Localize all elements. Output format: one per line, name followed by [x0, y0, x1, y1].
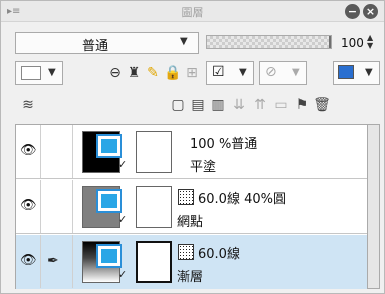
panel-titlebar[interactable]: ▸≡ 圖層 − × — [1, 1, 384, 22]
edit-cell[interactable] — [41, 180, 73, 233]
ruler-toggle-icon: ⊘ — [265, 64, 277, 80]
visibility-cell[interactable]: 👁 — [16, 235, 41, 288]
merge-down-icon[interactable]: ⇈ — [251, 96, 269, 114]
clip-icon[interactable]: ⊖ — [106, 64, 124, 82]
color-mode-icon — [338, 65, 354, 79]
chevron-down-icon: ▼ — [48, 67, 56, 78]
ruler-toggle-dropdown[interactable]: ⊘ ▼ — [259, 61, 307, 85]
paper-icon — [96, 189, 122, 213]
link-check-icon: ✓ — [118, 213, 128, 226]
layer-mask-thumbnail[interactable] — [136, 241, 172, 283]
opacity-slider-fill — [207, 36, 331, 48]
tone-icon — [178, 189, 194, 205]
layer-mode: 60.0線 — [198, 247, 240, 262]
layer-name: 網點 — [177, 215, 204, 230]
paper-icon — [96, 244, 122, 268]
draft-icon[interactable]: ✎ — [144, 64, 162, 82]
layer-list-scrollbar[interactable] — [368, 124, 380, 289]
visibility-cell[interactable]: 👁 — [16, 180, 41, 233]
chevron-down-icon: ▼ — [180, 36, 188, 47]
layer-name: 平塗 — [190, 160, 217, 175]
transfer-down-icon[interactable]: ⇊ — [230, 96, 248, 114]
spin-down-icon[interactable]: ▼ — [367, 42, 377, 50]
pen-icon: ✒ — [47, 253, 59, 269]
opacity-spinner[interactable]: ▲ ▼ — [367, 34, 377, 52]
layer-row[interactable]: 👁 ✓ 60.0線 40%圓 網點 — [16, 180, 367, 234]
layer-row[interactable]: 👁 ✓ 100 %普通 平塗 — [16, 125, 367, 179]
opacity-slider[interactable] — [206, 35, 332, 49]
layer-row[interactable]: 👁 ✒ ✓ 60.0線 漸層 — [16, 235, 367, 289]
lock-icon[interactable]: 🔒 — [164, 64, 182, 82]
blend-mode-value: 普通 — [82, 39, 109, 54]
eye-icon[interactable]: 👁 — [20, 254, 37, 268]
layer-list: 👁 ✓ 100 %普通 平塗 👁 ✓ 60.0線 40%圓 網點 👁 ✒ ✓ 6… — [15, 124, 368, 289]
layer-name: 漸層 — [177, 270, 204, 285]
link-check-icon: ✓ — [118, 158, 128, 171]
layer-color-dropdown[interactable]: ▼ — [15, 61, 63, 85]
layer-mask-thumbnail[interactable] — [136, 186, 172, 228]
mask-icon[interactable]: ▭ — [272, 96, 290, 114]
delete-icon[interactable]: 🗑 — [313, 96, 331, 114]
layer-panel: ▸≡ 圖層 − × 普通 ▼ 100 ▲ ▼ ▼ ⊖ ♜ ✎ 🔒 ⊞ ☑ ▼ ⊘… — [0, 0, 385, 294]
close-button[interactable]: × — [363, 4, 378, 19]
eye-icon[interactable]: 👁 — [20, 144, 37, 158]
link-check-icon: ✓ — [118, 268, 128, 281]
layer-mode: 60.0線 40%圓 — [198, 192, 286, 207]
chevron-down-icon: ▼ — [239, 67, 247, 78]
chevron-down-icon: ▼ — [292, 67, 300, 78]
reference-icon[interactable]: ♜ — [125, 64, 143, 82]
color-mode-dropdown[interactable]: ▼ — [333, 61, 380, 85]
blend-mode-select[interactable]: 普通 ▼ — [15, 32, 199, 54]
layer-thumbnail[interactable] — [82, 186, 122, 228]
edit-cell[interactable] — [41, 125, 73, 178]
layer-mask-thumbnail[interactable] — [136, 131, 172, 173]
ruler-icon[interactable]: ⚑ — [293, 96, 311, 114]
minimize-button[interactable]: − — [345, 4, 360, 19]
chevron-down-icon: ▼ — [365, 67, 373, 78]
layer-color-swatch — [21, 66, 41, 80]
layer-thumbnail[interactable] — [82, 131, 122, 173]
opacity-value: 100 — [341, 36, 364, 50]
mask-toggle-icon: ☑ — [212, 64, 225, 80]
layer-property-icon[interactable]: ≋ — [19, 96, 37, 114]
panel-title: 圖層 — [181, 6, 204, 19]
visibility-cell[interactable]: 👁 — [16, 125, 41, 178]
eye-icon[interactable]: 👁 — [20, 199, 37, 213]
tone-icon — [178, 244, 194, 260]
layer-thumbnail[interactable] — [82, 241, 122, 283]
paper-icon — [96, 134, 122, 158]
layer-mode: 100 %普通 — [190, 137, 258, 152]
lock-alpha-icon[interactable]: ⊞ — [183, 64, 201, 82]
edit-cell[interactable]: ✒ — [41, 235, 73, 288]
mask-toggle-dropdown[interactable]: ☑ ▼ — [206, 61, 254, 85]
new-vector-icon[interactable]: ▤ — [189, 96, 207, 114]
new-folder-icon[interactable]: ▥ — [209, 96, 227, 114]
new-raster-icon[interactable]: ▢ — [169, 96, 187, 114]
